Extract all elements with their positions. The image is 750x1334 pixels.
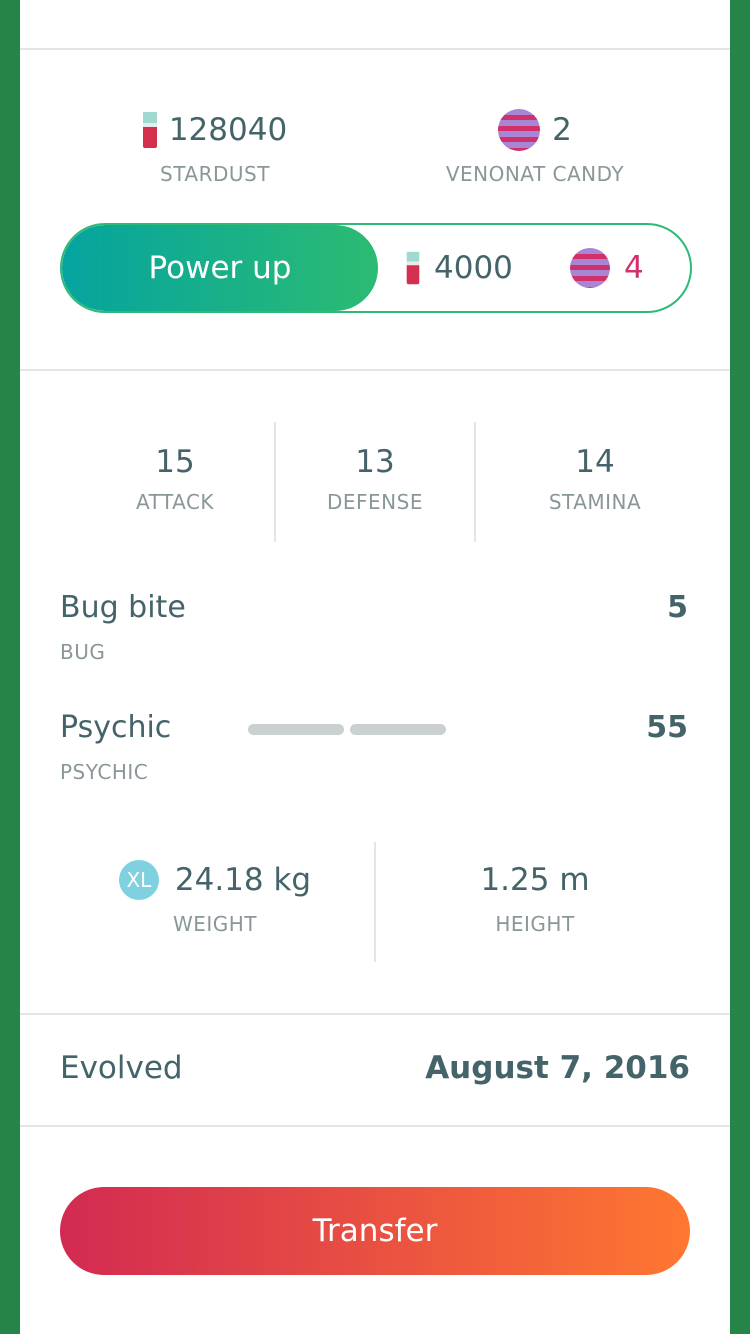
stardust-value: 128040 bbox=[168, 112, 288, 148]
stat-attack-label: ATTACK bbox=[135, 490, 215, 514]
energy-bars bbox=[248, 724, 446, 735]
stat-stamina: 14 STAMINA bbox=[495, 440, 695, 514]
move-type: BUG bbox=[60, 640, 106, 664]
measurements-divider bbox=[20, 1013, 730, 1015]
move-name: Psychic bbox=[60, 710, 172, 745]
stat-stamina-label: STAMINA bbox=[548, 490, 642, 514]
stardust-label: STARDUST bbox=[160, 162, 270, 186]
evolved-row: Evolved August 7, 2016 bbox=[60, 1050, 690, 1096]
stat-separator bbox=[474, 422, 476, 542]
resources-divider bbox=[20, 369, 730, 371]
stardust-icon bbox=[406, 251, 420, 285]
evolved-divider bbox=[20, 1125, 730, 1127]
energy-segment bbox=[248, 724, 344, 735]
xl-badge-icon: XL bbox=[118, 860, 159, 900]
weight-label: WEIGHT bbox=[172, 912, 258, 936]
power-up-stardust-cost: 4000 bbox=[406, 225, 513, 311]
move-name: Bug bite bbox=[60, 590, 186, 625]
height-value: 1.25 m bbox=[480, 862, 590, 898]
top-divider bbox=[20, 48, 730, 50]
weight-block: XL 24.18 kg WEIGHT bbox=[65, 858, 365, 936]
power-up-button[interactable]: Power up bbox=[62, 225, 378, 311]
evolved-label: Evolved bbox=[60, 1050, 183, 1086]
power-up-control: Power up 4000 4 bbox=[60, 223, 692, 313]
move-power: 5 bbox=[667, 590, 688, 625]
venonat-candy-icon bbox=[570, 248, 610, 288]
energy-segment bbox=[350, 724, 446, 735]
candy-value: 2 bbox=[552, 112, 572, 148]
transfer-button[interactable]: Transfer bbox=[60, 1187, 690, 1275]
candy-balance: 2 VENONAT CANDY bbox=[405, 108, 665, 186]
evolved-date: August 7, 2016 bbox=[425, 1050, 690, 1086]
pokemon-detail-card: 128040 STARDUST 2 VENONAT CANDY Power up… bbox=[20, 0, 730, 1334]
stat-attack: 15 ATTACK bbox=[75, 440, 275, 514]
weight-value: 24.18 kg bbox=[174, 862, 312, 898]
power-up-candy-cost: 4 bbox=[570, 225, 644, 311]
charge-move[interactable]: Psychic PSYCHIC 55 bbox=[60, 710, 688, 800]
stat-defense-value: 13 bbox=[355, 444, 395, 480]
stardust-cost-value: 4000 bbox=[434, 250, 513, 286]
move-type: PSYCHIC bbox=[60, 760, 149, 784]
candy-label: VENONAT CANDY bbox=[445, 162, 625, 186]
stardust-icon bbox=[142, 112, 157, 148]
move-power: 55 bbox=[646, 710, 688, 745]
height-label: HEIGHT bbox=[495, 912, 575, 936]
candy-cost-value: 4 bbox=[624, 250, 644, 286]
stat-stamina-value: 14 bbox=[575, 444, 615, 480]
venonat-candy-icon bbox=[498, 109, 541, 151]
stat-defense-label: DEFENSE bbox=[327, 490, 423, 514]
fast-move[interactable]: Bug bite BUG 5 bbox=[60, 590, 688, 680]
stat-attack-value: 15 bbox=[155, 444, 195, 480]
stat-defense: 13 DEFENSE bbox=[275, 440, 475, 514]
height-block: 1.25 m HEIGHT bbox=[385, 858, 685, 936]
measurement-separator bbox=[374, 842, 376, 962]
stardust-balance: 128040 STARDUST bbox=[85, 108, 345, 186]
